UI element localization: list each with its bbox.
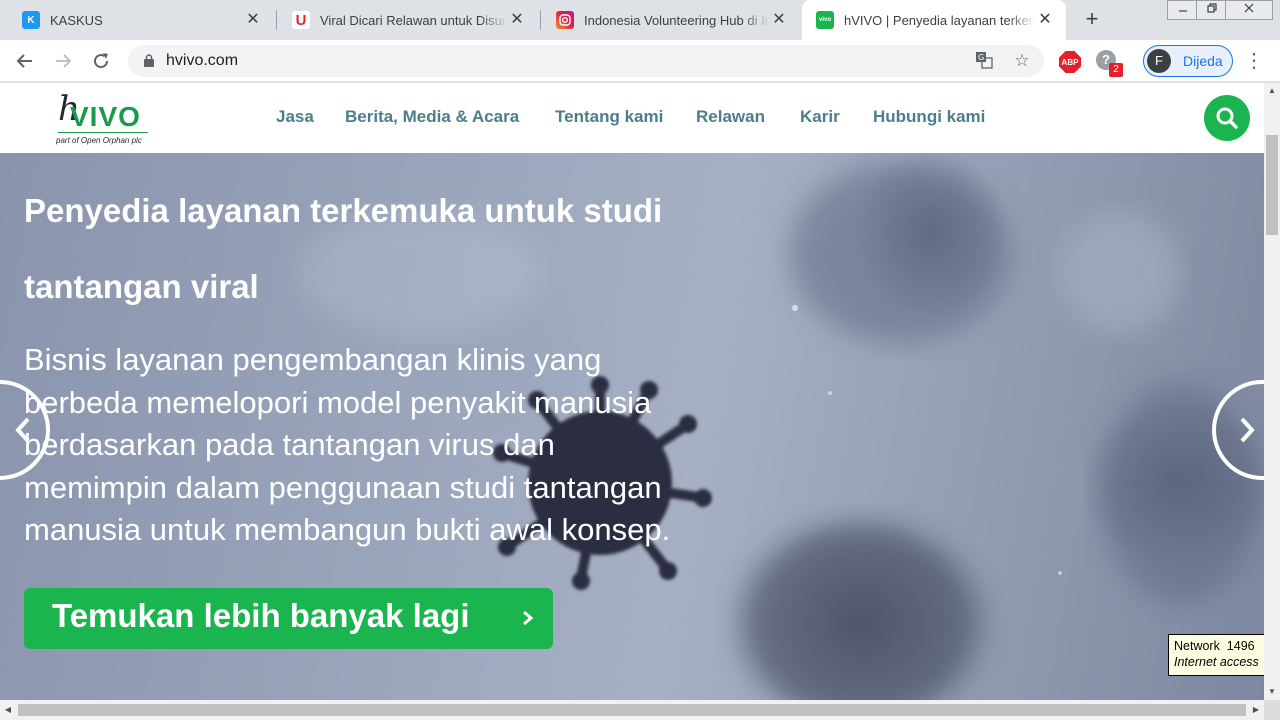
site-search-button[interactable] (1204, 95, 1250, 141)
back-arrow-icon (16, 54, 32, 68)
logo-divider (58, 132, 148, 133)
close-tab-icon[interactable]: ✕ (244, 11, 262, 29)
site-header: h VIVO part of Open Orphan plc Jasa Beri… (0, 83, 1264, 153)
tab-separator (276, 10, 277, 30)
scroll-left-icon[interactable]: ◀ (0, 702, 16, 718)
hero-title: Penyedia layanan terkemuka untuk studi t… (24, 192, 663, 305)
restore-button[interactable] (1196, 0, 1228, 20)
network-status-tooltip: Network 1496 Internet access (1168, 634, 1267, 676)
nav-jasa[interactable]: Jasa (276, 107, 314, 127)
vertical-scrollbar[interactable]: ▲ ▼ (1264, 83, 1280, 700)
logo-tagline: part of Open Orphan plc (56, 136, 142, 145)
browser-toolbar: hvivo.com G ☆ ABP ? 2 F Dijeda ⋮ (0, 40, 1280, 82)
tab-strip: K KASKUS ✕ U Viral Dicari Relawan untuk … (0, 0, 1280, 40)
chevron-right-icon (523, 610, 534, 626)
profile-button[interactable]: F Dijeda (1143, 45, 1233, 77)
horizontal-scrollbar[interactable]: ◀ ▶ (0, 700, 1264, 720)
url-text[interactable]: hvivo.com (166, 52, 238, 70)
tab-title: Indonesia Volunteering Hub di Instagram (584, 12, 770, 28)
scrollbar-corner (1264, 700, 1280, 720)
profile-status-label: Dijeda (1183, 53, 1223, 69)
back-button[interactable] (13, 49, 37, 73)
nav-karir[interactable]: Karir (800, 107, 840, 127)
close-window-icon (1244, 3, 1254, 13)
hero-description: Bisnis layanan pengembangan klinis yang … (24, 342, 671, 547)
learn-more-label: Temukan lebih banyak lagi (52, 597, 470, 634)
instagram-favicon-icon (556, 11, 574, 29)
hvivo-logo[interactable]: h VIVO part of Open Orphan plc (56, 89, 152, 149)
hvivo-favicon-icon: vivo (816, 11, 834, 29)
tab-title: Viral Dicari Relawan untuk Disuntik (320, 12, 508, 28)
network-status-line: Network 1496 (1174, 639, 1255, 653)
browser-menu-icon[interactable]: ⋮ (1244, 49, 1264, 73)
close-tab-icon[interactable]: ✕ (508, 11, 526, 29)
restore-icon (1207, 3, 1217, 13)
close-tab-icon[interactable]: ✕ (1036, 11, 1054, 29)
tab-title: KASKUS (50, 12, 103, 28)
horizontal-scroll-thumb[interactable] (18, 704, 1246, 716)
new-tab-button[interactable]: + (1080, 8, 1104, 32)
page-viewport: h VIVO part of Open Orphan plc Jasa Beri… (0, 83, 1264, 700)
nav-berita-media-acara[interactable]: Berita, Media & Acara (345, 107, 519, 127)
kaskus-favicon-icon: K (22, 11, 40, 29)
learn-more-button[interactable]: Temukan lebih banyak lagi (24, 588, 553, 649)
nav-relawan[interactable]: Relawan (696, 107, 765, 127)
magnet-favicon-icon: U (292, 11, 310, 29)
hero-banner: Penyedia layanan terkemuka untuk studi t… (0, 153, 1264, 700)
forward-button[interactable] (51, 49, 75, 73)
chevron-left-icon (15, 417, 30, 443)
tab-separator (540, 10, 541, 30)
tab-kaskus[interactable]: K KASKUS ✕ (8, 0, 274, 40)
extension-badge: 2 (1109, 63, 1123, 77)
close-tab-icon[interactable]: ✕ (770, 11, 788, 29)
svg-text:G: G (978, 53, 984, 62)
vertical-scroll-thumb[interactable] (1266, 135, 1278, 235)
tab-title: hVIVO | Penyedia layanan terkemuka (844, 12, 1036, 28)
tab-instagram[interactable]: Indonesia Volunteering Hub di Instagram … (542, 0, 800, 40)
tab-viral[interactable]: U Viral Dicari Relawan untuk Disuntik ✕ (278, 0, 538, 40)
logo-brand: VIVO (70, 101, 141, 132)
internet-access-line: Internet access (1174, 655, 1259, 669)
window-close-button[interactable] (1225, 0, 1273, 20)
reload-icon (94, 53, 109, 69)
forward-arrow-icon (56, 54, 72, 68)
bookmark-star-icon[interactable]: ☆ (1012, 51, 1032, 71)
scroll-up-icon[interactable]: ▲ (1264, 83, 1280, 99)
lock-icon (144, 54, 154, 67)
search-icon (1216, 107, 1238, 129)
avatar: F (1147, 49, 1171, 73)
tab-hvivo[interactable]: vivo hVIVO | Penyedia layanan terkemuka … (802, 0, 1066, 40)
address-bar[interactable]: hvivo.com G ☆ (128, 45, 1044, 77)
nav-tentang-kami[interactable]: Tentang kami (555, 107, 663, 127)
minimize-button[interactable] (1167, 0, 1199, 20)
nav-hubungi-kami[interactable]: Hubungi kami (873, 107, 985, 127)
scroll-down-icon[interactable]: ▼ (1264, 684, 1280, 700)
translate-icon[interactable]: G (974, 51, 994, 71)
reload-button[interactable] (89, 49, 113, 73)
minimize-icon (1179, 10, 1187, 12)
chevron-right-icon (1240, 417, 1255, 443)
adblock-extension-icon[interactable]: ABP (1059, 51, 1081, 73)
scroll-right-icon[interactable]: ▶ (1248, 702, 1264, 718)
